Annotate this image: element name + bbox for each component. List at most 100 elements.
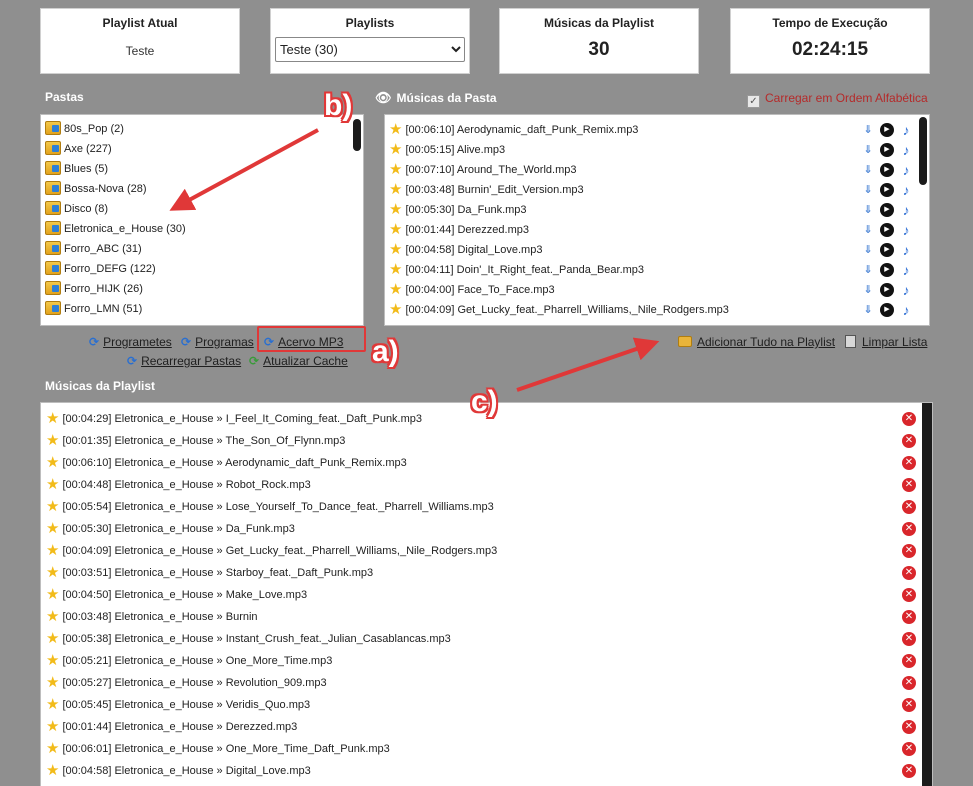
play-icon[interactable]: ▶ — [880, 163, 894, 178]
folder-song-item[interactable]: ★ [00:04:00] Face_To_Face.mp3 ⇓ ▶ ♪ — [385, 280, 929, 300]
playlist-item[interactable]: ★ [00:05:45] Eletronica_e_House » Veridis… — [41, 694, 932, 716]
remove-icon[interactable]: ✕ — [902, 522, 916, 536]
playlist-item[interactable]: ★ [00:03:48] Eletronica_e_House » Burnin ✕ — [41, 606, 932, 628]
star-icon[interactable]: ★ — [46, 696, 59, 713]
remove-icon[interactable]: ✕ — [902, 434, 916, 448]
star-icon[interactable]: ★ — [46, 520, 59, 537]
play-icon[interactable]: ▶ — [880, 223, 894, 238]
playlist-item[interactable]: ★ [00:05:38] Eletronica_e_House » Instant… — [41, 628, 932, 650]
remove-icon[interactable]: ✕ — [902, 698, 916, 712]
add-to-playlist-icon[interactable]: ⇓ — [861, 163, 875, 177]
star-icon[interactable]: ★ — [46, 476, 59, 493]
remove-icon[interactable]: ✕ — [902, 478, 916, 492]
folder-song-item[interactable]: ★ [00:04:11] Doin'_It_Right_feat._Panda_B… — [385, 260, 929, 280]
alpha-order-option[interactable]: ✓ Carregar em Ordem Alfabética — [747, 91, 928, 108]
folder-songs-scrollbar[interactable] — [919, 117, 927, 185]
add-all-link[interactable]: Adicionar Tudo na Playlist — [678, 335, 835, 349]
star-icon[interactable]: ★ — [46, 674, 59, 691]
folder-song-item[interactable]: ★ [00:01:44] Derezzed.mp3 ⇓ ▶ ♪ — [385, 220, 929, 240]
play-icon[interactable]: ▶ — [880, 263, 894, 278]
playlist-item[interactable]: ★ [00:03:51] Eletronica_e_House » Starboy… — [41, 562, 932, 584]
folder-song-item[interactable]: ★ [00:06:10] Aerodynamic_daft_Punk_Remix.… — [385, 120, 929, 140]
music-note-icon[interactable]: ♪ — [899, 203, 913, 217]
remove-icon[interactable]: ✕ — [902, 500, 916, 514]
play-icon[interactable]: ▶ — [880, 203, 894, 218]
folder-item[interactable]: Axe (227) — [41, 139, 363, 159]
music-note-icon[interactable]: ♪ — [899, 223, 913, 237]
star-icon[interactable]: ★ — [389, 221, 402, 238]
playlist-item[interactable]: ★ [00:06:10] Eletronica_e_House » Aerodyn… — [41, 452, 932, 474]
music-note-icon[interactable]: ♪ — [899, 163, 913, 177]
star-icon[interactable]: ★ — [389, 301, 402, 318]
folder-item[interactable]: 80s_Pop (2) — [41, 119, 363, 139]
playlist-item[interactable]: ★ [00:01:44] Eletronica_e_House » Derezze… — [41, 716, 932, 738]
playlist-item[interactable]: ★ [00:01:35] Eletronica_e_House » The_Son… — [41, 430, 932, 452]
folder-item[interactable]: Forro_DEFG (122) — [41, 259, 363, 279]
play-icon[interactable]: ▶ — [880, 143, 894, 158]
folder-songs-panel[interactable]: ★ [00:06:10] Aerodynamic_daft_Punk_Remix.… — [384, 114, 930, 326]
remove-icon[interactable]: ✕ — [902, 676, 916, 690]
folders-panel[interactable]: 80s_Pop (2) Axe (227) Blues (5) Bossa-Nova … — [40, 114, 364, 326]
folder-item[interactable]: Forro_ABC (31) — [41, 239, 363, 259]
play-icon[interactable]: ▶ — [880, 243, 894, 258]
remove-icon[interactable]: ✕ — [902, 632, 916, 646]
recarregar-link[interactable]: ⟳ Recarregar Pastas — [127, 354, 241, 368]
star-icon[interactable]: ★ — [389, 261, 402, 278]
star-icon[interactable]: ★ — [46, 718, 59, 735]
star-icon[interactable]: ★ — [46, 410, 59, 427]
playlist-item[interactable]: ★ [00:04:58] Eletronica_e_House » Digital… — [41, 760, 932, 782]
add-to-playlist-icon[interactable]: ⇓ — [861, 183, 875, 197]
remove-icon[interactable]: ✕ — [902, 566, 916, 580]
playlist-select[interactable]: Teste (30) — [275, 37, 465, 62]
music-note-icon[interactable]: ♪ — [899, 303, 913, 317]
folder-item[interactable]: Blues (5) — [41, 159, 363, 179]
remove-icon[interactable]: ✕ — [902, 412, 916, 426]
play-icon[interactable]: ▶ — [880, 123, 894, 138]
folder-song-item[interactable]: ★ [00:03:48] Burnin'_Edit_Version.mp3 ⇓ ▶ ♪ — [385, 180, 929, 200]
add-to-playlist-icon[interactable]: ⇓ — [861, 203, 875, 217]
star-icon[interactable]: ★ — [46, 498, 59, 515]
folders-scrollbar[interactable] — [353, 119, 361, 151]
playlist-scrollbar[interactable] — [922, 403, 932, 786]
folder-item[interactable]: Bossa-Nova (28) — [41, 179, 363, 199]
folder-item[interactable]: Forro_LMN (51) — [41, 299, 363, 319]
clear-list-link[interactable]: Limpar Lista — [845, 335, 927, 349]
add-to-playlist-icon[interactable]: ⇓ — [861, 143, 875, 157]
star-icon[interactable]: ★ — [389, 241, 402, 258]
music-note-icon[interactable]: ♪ — [899, 263, 913, 277]
star-icon[interactable]: ★ — [46, 762, 59, 779]
star-icon[interactable]: ★ — [389, 121, 402, 138]
folder-song-item[interactable]: ★ [00:05:30] Da_Funk.mp3 ⇓ ▶ ♪ — [385, 200, 929, 220]
playlist-item[interactable]: ★ [00:05:21] Eletronica_e_House » One_Mor… — [41, 650, 932, 672]
playlist-item[interactable]: ★ [00:05:30] Eletronica_e_House » Da_Funk… — [41, 518, 932, 540]
folder-item[interactable]: Eletronica_e_House (30) — [41, 219, 363, 239]
star-icon[interactable]: ★ — [389, 281, 402, 298]
star-icon[interactable]: ★ — [46, 630, 59, 647]
remove-icon[interactable]: ✕ — [902, 610, 916, 624]
programas-link[interactable]: ⟳ Programas — [181, 335, 254, 349]
playlist-panel[interactable]: ★ [00:04:29] Eletronica_e_House » I_Feel_… — [40, 402, 933, 786]
folder-song-item[interactable]: ★ [00:05:15] Alive.mp3 ⇓ ▶ ♪ — [385, 140, 929, 160]
remove-icon[interactable]: ✕ — [902, 544, 916, 558]
programetes-link[interactable]: ⟳ Programetes — [89, 335, 172, 349]
star-icon[interactable]: ★ — [389, 181, 402, 198]
folder-song-item[interactable]: ★ [00:04:58] Digital_Love.mp3 ⇓ ▶ ♪ — [385, 240, 929, 260]
star-icon[interactable]: ★ — [46, 454, 59, 471]
alpha-order-checkbox[interactable]: ✓ — [747, 95, 760, 108]
folder-song-item[interactable]: ★ [00:07:10] Around_The_World.mp3 ⇓ ▶ ♪ — [385, 160, 929, 180]
add-to-playlist-icon[interactable]: ⇓ — [861, 263, 875, 277]
star-icon[interactable]: ★ — [46, 608, 59, 625]
star-icon[interactable]: ★ — [46, 652, 59, 669]
folder-song-item[interactable]: ★ [00:04:09] Get_Lucky_feat._Pharrell_Wil… — [385, 300, 929, 320]
playlist-item[interactable]: ★ [00:06:01] Eletronica_e_House » One_Mor… — [41, 738, 932, 760]
play-icon[interactable]: ▶ — [880, 303, 894, 318]
star-icon[interactable]: ★ — [46, 542, 59, 559]
remove-icon[interactable]: ✕ — [902, 588, 916, 602]
star-icon[interactable]: ★ — [389, 141, 402, 158]
add-to-playlist-icon[interactable]: ⇓ — [861, 243, 875, 257]
add-to-playlist-icon[interactable]: ⇓ — [861, 123, 875, 137]
remove-icon[interactable]: ✕ — [902, 654, 916, 668]
play-icon[interactable]: ▶ — [880, 183, 894, 198]
add-to-playlist-icon[interactable]: ⇓ — [861, 303, 875, 317]
music-note-icon[interactable]: ♪ — [899, 143, 913, 157]
